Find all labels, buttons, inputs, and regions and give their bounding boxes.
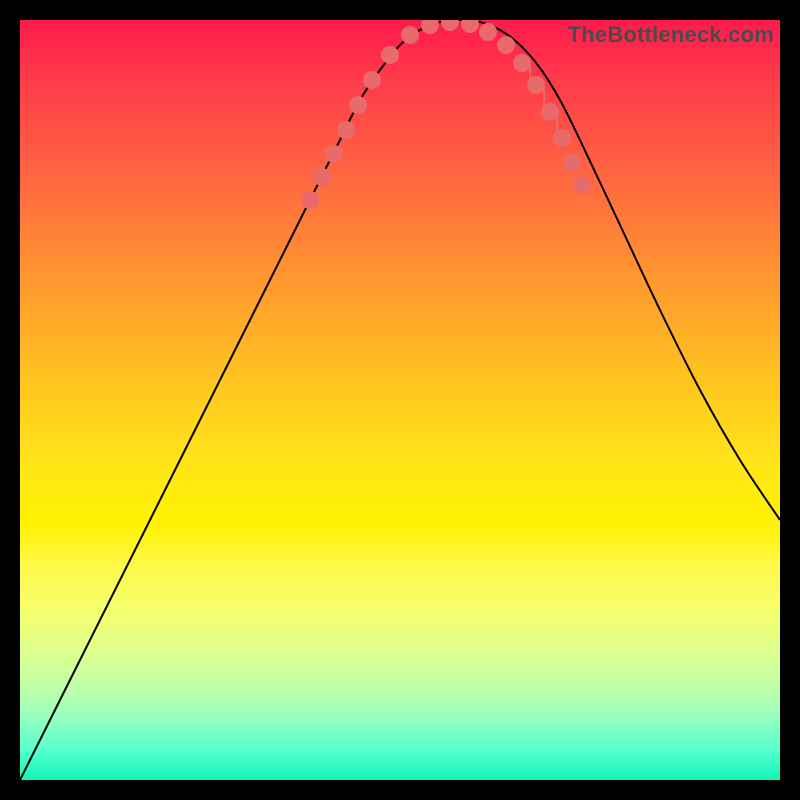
plot-area: TheBottleneck.com [20,20,780,780]
highlight-dot [573,176,591,194]
highlight-dot [461,20,479,33]
highlight-dot [421,20,439,34]
chart-frame: TheBottleneck.com [0,0,800,800]
highlight-dot [401,26,419,44]
highlight-dot [527,76,545,94]
chart-overlay [20,20,780,780]
highlight-dot [441,20,459,31]
highlight-dot [349,96,367,114]
highlight-dot [313,168,331,186]
highlight-dot [497,36,515,54]
bottleneck-curve [20,20,780,780]
highlight-dot [301,191,319,209]
highlight-dot [541,103,559,121]
highlight-dot [553,129,571,147]
highlight-dot [513,54,531,72]
highlight-dot [381,46,399,64]
highlight-dot [337,121,355,139]
highlight-dot [325,145,343,163]
highlight-dots [301,20,591,209]
highlight-dot [563,153,581,171]
highlight-dot [479,23,497,41]
highlight-dot [363,71,381,89]
